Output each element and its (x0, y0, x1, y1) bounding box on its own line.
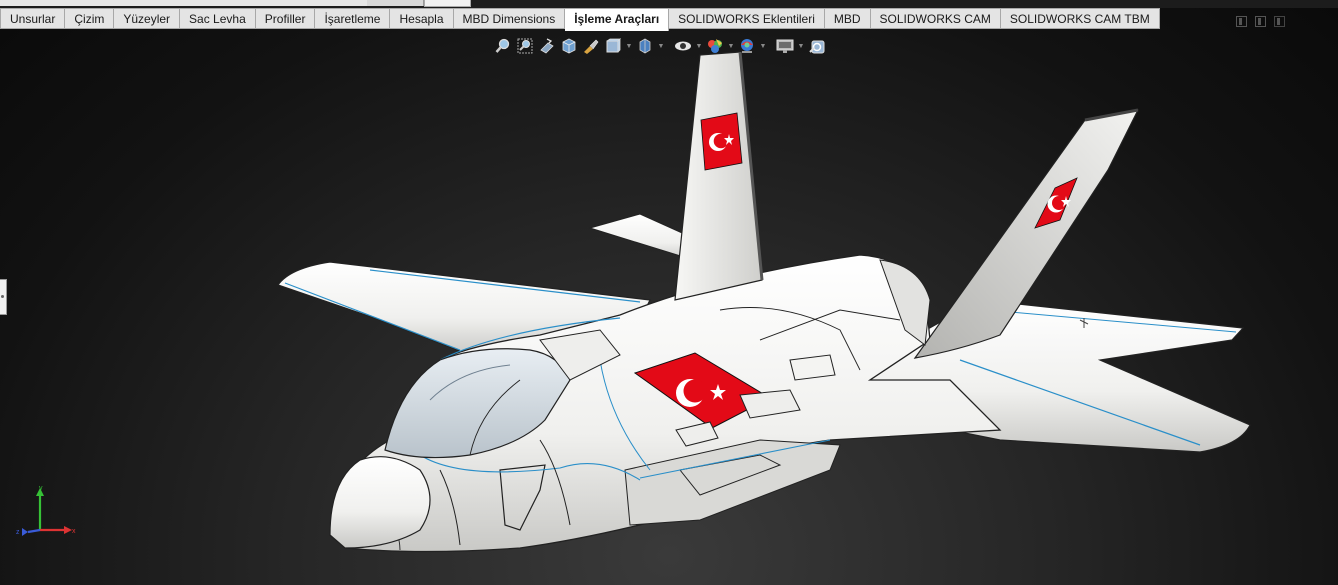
tab-mbd[interactable]: MBD (824, 8, 871, 29)
tab-cizim[interactable]: Çizim (65, 8, 115, 29)
tab-sac-levha[interactable]: Sac Levha (180, 8, 256, 29)
triad-z-axis (27, 528, 41, 534)
triad-z-label: z (16, 529, 20, 536)
collapse-left-icon[interactable] (1236, 16, 1247, 27)
triad-y-label: y (39, 485, 43, 492)
tail-flag-left (700, 112, 743, 171)
tab-mbd-dimensions[interactable]: MBD Dimensions (453, 8, 566, 29)
tab-isaretleme[interactable]: İşaretleme (315, 8, 391, 29)
left-vertical-tail[interactable] (674, 51, 764, 301)
tab-solidworks-eklentileri[interactable]: SOLIDWORKS Eklentileri (669, 8, 825, 29)
tab-profiller[interactable]: Profiller (255, 8, 316, 29)
command-manager-tabs: Unsurlar Çizim Yüzeyler Sac Levha Profil… (0, 8, 1160, 31)
graphics-area[interactable] (0, 30, 1338, 585)
tab-solidworks-cam-tbm[interactable]: SOLIDWORKS CAM TBM (1000, 8, 1160, 29)
collapse-right-icon[interactable] (1255, 16, 1266, 27)
tab-hesapla[interactable]: Hesapla (390, 8, 454, 29)
title-strip-left (0, 0, 367, 6)
aircraft-model[interactable] (277, 51, 1251, 553)
triad-x-label: x (72, 528, 76, 535)
reference-triad: y x z (16, 485, 76, 536)
tab-isleme-araclari[interactable]: İşleme Araçları (565, 8, 670, 31)
tab-yuzeyler[interactable]: Yüzeyler (114, 8, 181, 29)
tab-unsurlar[interactable]: Unsurlar (0, 8, 66, 29)
title-strip (0, 0, 1338, 8)
title-strip-tab[interactable] (424, 0, 471, 7)
title-strip-mid (367, 0, 424, 6)
restore-icon[interactable] (1274, 16, 1285, 27)
viewport-window-buttons (1236, 16, 1285, 27)
tab-solidworks-cam[interactable]: SOLIDWORKS CAM (870, 8, 1001, 29)
